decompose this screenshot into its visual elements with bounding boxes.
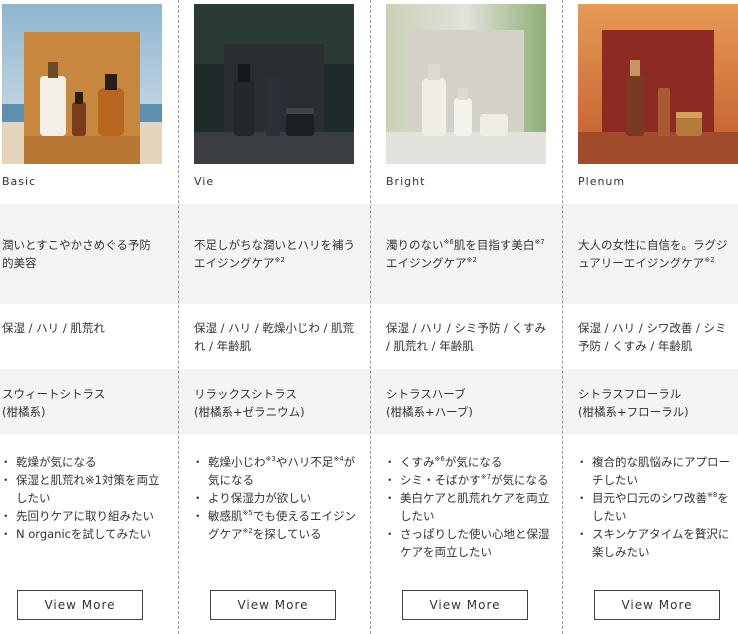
list-item: スキンケアタイムを贅沢に楽しみたい (576, 525, 738, 561)
product-column-vie: Vie 不足しがちな潤いとハリを補うエイジングケア※2 保湿 / ハリ / 乾燥… (178, 0, 370, 634)
skincare-bottles-light-green-image (386, 4, 546, 164)
skincare-bottles-sunset-red-image (578, 4, 738, 164)
scent-name: スウィートシトラス (2, 387, 106, 401)
recommend-list: 複合的な肌悩みにアプローチしたい 目元や口元のシワ改善※8をしたい スキンケアタ… (576, 453, 738, 561)
list-item: 乾燥小じわ※3やハリ不足※4が気になる (192, 453, 360, 489)
skincare-bottles-beach-image (2, 4, 162, 164)
list-item: くすみ※6が気になる (384, 453, 552, 471)
product-name: Vie (194, 175, 215, 188)
list-item: 複合的な肌悩みにアプローチしたい (576, 453, 738, 489)
product-name: Plenum (578, 175, 626, 188)
product-column-bright: Bright 濁りのない※6肌を目指す美白※7エイジングケア※2 保湿 / ハリ… (370, 0, 562, 634)
product-image[interactable] (578, 4, 738, 164)
list-item: 美白ケアと肌荒れケアを両立したい (384, 489, 552, 525)
product-name: Bright (386, 175, 426, 188)
product-concerns: 保湿 / ハリ / 乾燥小じわ / 肌荒れ / 年齢肌 (194, 321, 355, 353)
product-scent: スウィートシトラス (柑橘系) (2, 385, 162, 421)
view-more-button[interactable]: View More (402, 590, 528, 620)
scent-family: (柑橘系+ハーブ) (386, 405, 473, 419)
product-concept: 大人の女性に自信を。ラグジュアリーエイジングケア※2 (578, 238, 728, 270)
recommend-list: 乾燥小じわ※3やハリ不足※4が気になる より保湿力が欲しい 敏感肌※5でも使える… (192, 453, 360, 543)
product-scent: リラックスシトラス (柑橘系+ゼラニウム) (194, 385, 360, 421)
product-name: Basic (2, 175, 37, 188)
recommend-list: 乾燥が気になる 保湿と肌荒れ※1対策を両立したい 先回りケアに取り組みたい N … (0, 453, 162, 543)
view-more-button[interactable]: View More (17, 590, 143, 620)
product-concept: 潤いとすこやかさめぐる予防的美容 (2, 238, 151, 270)
list-item: 目元や口元のシワ改善※8をしたい (576, 489, 738, 525)
list-item: より保湿力が欲しい (192, 489, 360, 507)
product-concerns: 保湿 / ハリ / シミ予防 / くすみ / 肌荒れ / 年齢肌 (386, 321, 547, 353)
scent-family: (柑橘系) (2, 405, 46, 419)
product-column-basic: Basic 潤いとすこやかさめぐる予防的美容 保湿 / ハリ / 肌荒れ スウィ… (0, 0, 184, 634)
list-item: 敏感肌※5でも使えるエイジングケア※2を探している (192, 507, 360, 543)
view-more-button[interactable]: View More (594, 590, 720, 620)
list-item: 先回りケアに取り組みたい (0, 507, 162, 525)
scent-name: シトラスハーブ (386, 387, 466, 401)
product-scent: シトラスフローラル (柑橘系+フローラル) (578, 385, 738, 421)
list-item: さっぱりした使い心地と保湿ケアを両立したい (384, 525, 552, 561)
list-item: N organicを試してみたい (0, 525, 162, 543)
view-more-button[interactable]: View More (210, 590, 336, 620)
scent-family: (柑橘系+フローラル) (578, 405, 689, 419)
scent-name: シトラスフローラル (578, 387, 682, 401)
scent-family: (柑橘系+ゼラニウム) (194, 405, 305, 419)
skincare-bottles-dark-forest-image (194, 4, 354, 164)
product-concept: 不足しがちな潤いとハリを補うエイジングケア※2 (194, 238, 355, 270)
product-image[interactable] (194, 4, 354, 164)
product-column-plenum: Plenum 大人の女性に自信を。ラグジュアリーエイジングケア※2 保湿 / ハ… (562, 0, 738, 634)
product-concerns: 保湿 / ハリ / シワ改善 / シミ予防 / くすみ / 年齢肌 (578, 321, 727, 353)
product-scent: シトラスハーブ (柑橘系+ハーブ) (386, 385, 552, 421)
scent-name: リラックスシトラス (194, 387, 297, 401)
list-item: シミ・そばかす※7が気になる (384, 471, 552, 489)
recommend-list: くすみ※6が気になる シミ・そばかす※7が気になる 美白ケアと肌荒れケアを両立し… (384, 453, 552, 561)
product-comparison-grid: Basic 潤いとすこやかさめぐる予防的美容 保湿 / ハリ / 肌荒れ スウィ… (0, 0, 738, 634)
product-image[interactable] (2, 4, 162, 164)
product-image[interactable] (386, 4, 546, 164)
list-item: 保湿と肌荒れ※1対策を両立したい (0, 471, 162, 507)
product-concerns: 保湿 / ハリ / 肌荒れ (2, 321, 105, 335)
product-concept: 濁りのない※6肌を目指す美白※7エイジングケア※2 (386, 238, 545, 270)
list-item: 乾燥が気になる (0, 453, 162, 471)
